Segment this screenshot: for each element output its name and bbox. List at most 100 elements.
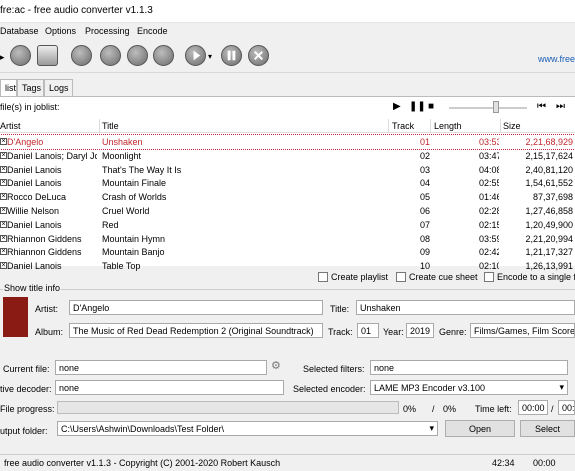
output-folder-label: utput folder: <box>0 426 48 436</box>
slider-thumb[interactable] <box>493 101 499 113</box>
cell-length: 02:28 <box>479 206 499 216</box>
pause-icon[interactable] <box>221 45 242 66</box>
cell-track: 06 <box>420 206 431 216</box>
position-slider[interactable] <box>449 107 527 109</box>
total-progress-percent: 0% <box>443 404 457 414</box>
menu-encode[interactable]: Encode <box>137 26 168 36</box>
chevron-down-icon[interactable]: ▾ <box>208 52 212 61</box>
cell-size: 1,21,17,327 <box>525 247 573 258</box>
encode-single-label: Encode to a single f <box>497 272 575 282</box>
tools-icon[interactable] <box>127 45 148 66</box>
year-field[interactable]: 2019 <box>406 323 434 338</box>
active-decoder-label: tive decoder: <box>0 384 52 394</box>
cell-title: Cruel World <box>102 206 150 216</box>
cell-title: Moonlight <box>102 150 142 161</box>
row-checkbox[interactable]: × <box>0 193 7 201</box>
file-progress-label: File progress: <box>0 404 55 414</box>
total-time: 42:34 <box>492 458 515 468</box>
menu-options[interactable]: Options <box>45 26 76 36</box>
menu-database[interactable]: Database <box>0 26 39 36</box>
row-checkbox[interactable]: × <box>0 220 7 228</box>
joblist-panel: file(s) in joblist: ▶ ❚❚ ■ ⏮ ⏭ Artist Ti… <box>0 96 575 271</box>
table-row[interactable]: ×Daniel Lanois; Daryl Jo Moonlight 02 03:47… <box>0 149 575 163</box>
cell-size: 1,54,61,552 <box>525 178 573 189</box>
row-checkbox[interactable]: × <box>0 151 7 159</box>
table-row[interactable]: ×Rhiannon Giddens Mountain Hymn 08 03:59 2,2… <box>0 232 575 246</box>
table-row[interactable]: ×Rhiannon Giddens Mountain Banjo 09 02:42 1,… <box>0 245 575 259</box>
previous-track-icon[interactable]: ⏮ <box>537 101 546 112</box>
title-info-legend[interactable]: Show title info <box>3 283 62 293</box>
remove-icon[interactable] <box>71 45 92 66</box>
track-field[interactable]: 01 <box>357 323 379 338</box>
album-field[interactable]: The Music of Red Dead Redemption 2 (Orig… <box>69 323 323 338</box>
column-track[interactable]: Track <box>392 121 414 131</box>
joblist-header: Artist Title Track Length Size <box>0 119 575 133</box>
cell-track: 04 <box>420 178 431 189</box>
title-field[interactable]: Unshaken <box>356 300 575 315</box>
table-row[interactable]: × Daniel Lanois That's The Way It Is 03 04:0… <box>0 163 575 177</box>
column-artist[interactable]: Artist <box>0 121 21 131</box>
total-size: 00:00 <box>533 458 556 468</box>
tab-joblist[interactable]: list <box>0 79 17 97</box>
settings-icon[interactable] <box>153 45 174 66</box>
table-row[interactable]: ×Daniel Lanois Mountain Finale 04 02:55 1,54… <box>0 176 575 190</box>
cell-size: 2,15,17,624 <box>525 150 573 161</box>
pause-icon[interactable]: ❚❚ <box>409 101 426 112</box>
encoder-select[interactable]: LAME MP3 Encoder v3.100 <box>370 380 568 395</box>
output-folder-field[interactable]: C:\Users\Ashwin\Downloads\Test Folder\ <box>57 421 438 436</box>
artist-field[interactable]: D'Angelo <box>69 300 323 315</box>
cell-size: 87,37,698 <box>532 192 573 203</box>
row-checkbox[interactable]: × <box>0 262 7 270</box>
filter-icon[interactable]: ⚙ <box>271 359 281 372</box>
status-bar: free audio converter v1.1.3 - Copyright … <box>0 454 575 471</box>
cell-size: 1,20,49,900 <box>525 219 573 230</box>
next-track-icon[interactable]: ⏭ <box>556 101 565 112</box>
add-files-icon[interactable] <box>10 45 31 66</box>
cell-artist: Daniel Lanois <box>7 178 62 189</box>
add-cd-icon[interactable] <box>37 45 58 66</box>
cell-length: 03:47 <box>479 150 499 161</box>
cddb-icon[interactable] <box>100 45 121 66</box>
title-label: Title: <box>330 304 350 314</box>
column-title[interactable]: Title <box>102 121 119 131</box>
select-button[interactable]: Select <box>520 420 575 437</box>
cell-track: 01 <box>420 137 431 147</box>
play-icon[interactable] <box>185 45 206 66</box>
website-link[interactable]: www.free <box>538 54 575 64</box>
row-checkbox[interactable]: × <box>0 138 7 145</box>
table-row[interactable]: ×Rocco DeLuca Crash of Worlds 05 01:46 87,37… <box>0 190 575 204</box>
stop-icon[interactable]: ■ <box>428 101 434 112</box>
encode-single-checkbox[interactable] <box>484 272 494 282</box>
create-playlist-checkbox[interactable] <box>318 272 328 282</box>
create-cue-sheet-checkbox[interactable] <box>396 272 406 282</box>
chevron-icon[interactable]: ▸ <box>0 52 5 63</box>
row-checkbox[interactable]: × <box>0 248 7 256</box>
cell-size: 2,40,81,120 <box>525 164 573 175</box>
file-progress-bar <box>57 401 399 414</box>
table-row[interactable]: ×D'Angelo Unshaken 01 03:53 2,21,68,929 <box>0 134 575 150</box>
stop-icon[interactable] <box>248 45 269 66</box>
tab-tags[interactable]: Tags <box>17 79 44 96</box>
genre-field[interactable]: Films/Games, Film Score <box>470 323 575 338</box>
cell-title: Unshaken <box>102 137 143 147</box>
row-checkbox[interactable]: × <box>0 165 7 173</box>
create-cue-sheet-label: Create cue sheet <box>409 272 478 282</box>
table-row[interactable]: ×Daniel Lanois Red 07 02:15 1,20,49,900 <box>0 218 575 232</box>
tab-logs[interactable]: Logs <box>44 79 73 96</box>
menu-processing[interactable]: Processing <box>85 26 130 36</box>
cell-track: 05 <box>420 192 431 203</box>
open-button[interactable]: Open <box>445 420 515 437</box>
cell-title: Red <box>102 219 119 230</box>
column-separator <box>500 119 501 133</box>
row-checkbox[interactable]: × <box>0 234 7 242</box>
cell-track: 07 <box>420 219 431 230</box>
table-row[interactable]: ×Willie Nelson Cruel World 06 02:28 1,27,46,… <box>0 204 575 218</box>
play-icon[interactable]: ▶ <box>393 101 401 112</box>
cell-artist: D'Angelo <box>7 137 44 147</box>
selected-filters-label: Selected filters: <box>303 364 365 374</box>
row-checkbox[interactable]: × <box>0 207 7 214</box>
column-size[interactable]: Size <box>503 121 521 131</box>
row-checkbox[interactable]: × <box>0 179 7 187</box>
column-length[interactable]: Length <box>434 121 462 131</box>
cell-title: Mountain Finale <box>102 178 167 189</box>
